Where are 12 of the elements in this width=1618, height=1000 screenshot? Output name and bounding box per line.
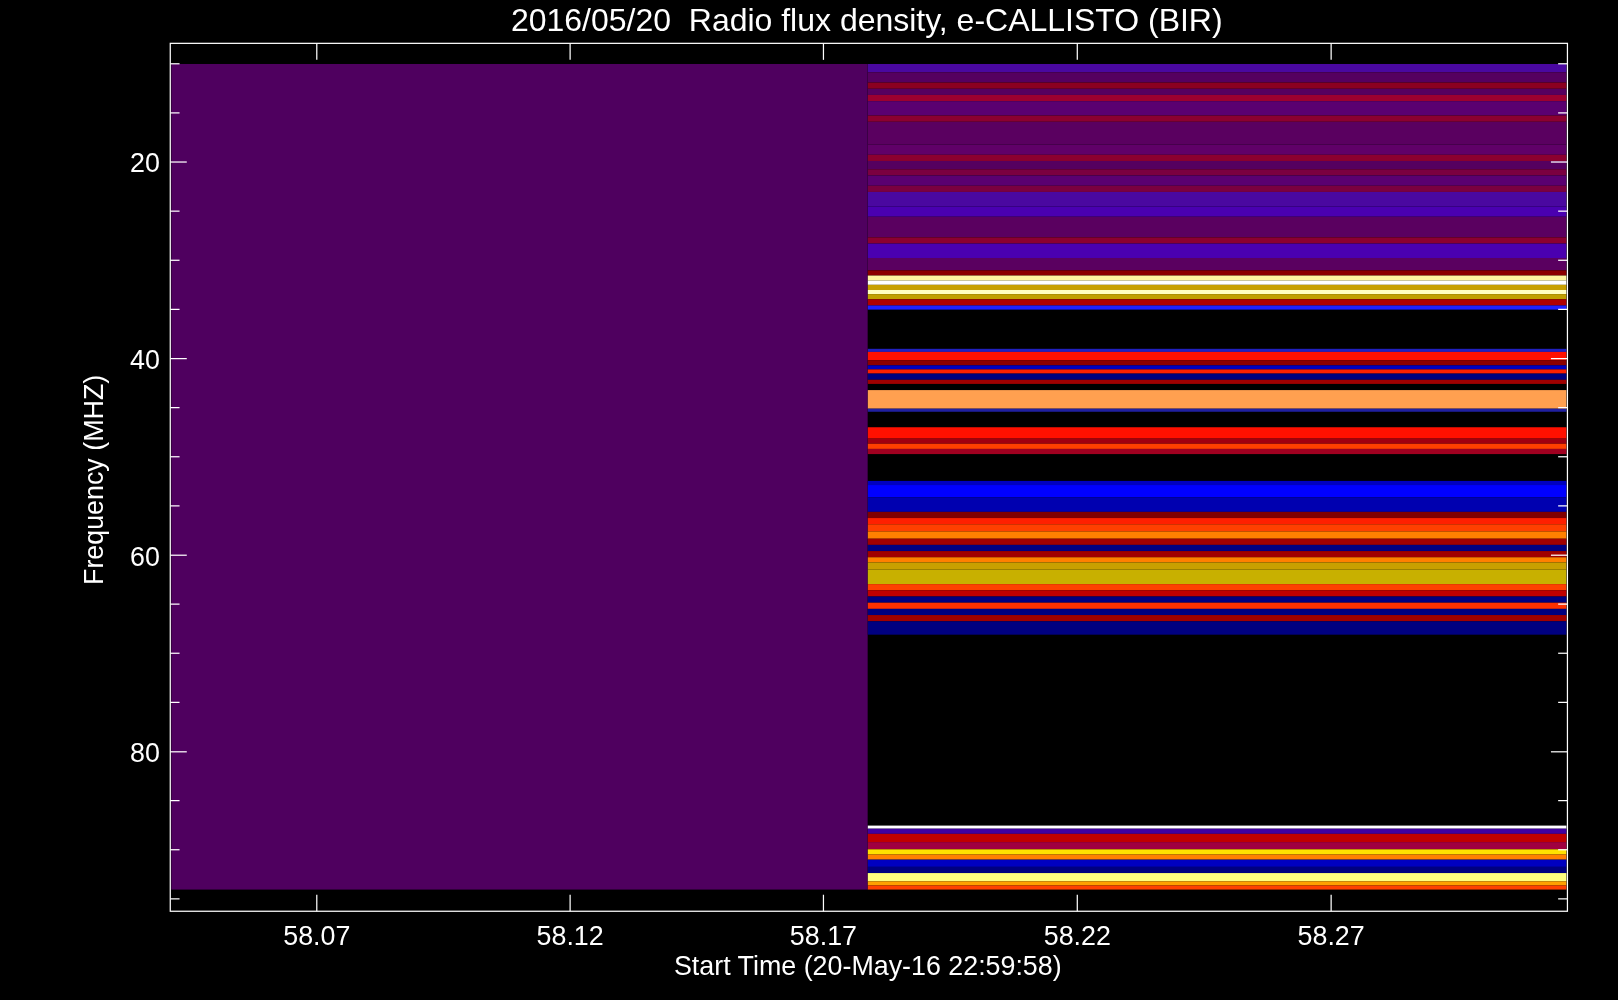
- y-tick-label: 40: [130, 344, 160, 375]
- chart-title: 2016/05/20 Radio flux density, e-CALLISTO (BIR): [510, 1, 1223, 38]
- x-tick-label: 58.12: [536, 921, 604, 952]
- x-tick-label: 58.07: [283, 921, 351, 952]
- y-tick-label: 80: [130, 738, 160, 769]
- x-tick-label: 58.17: [789, 921, 857, 952]
- x-tick-label: 58.27: [1297, 921, 1365, 952]
- x-axis-label: Start Time (20-May-16 22:59:58): [674, 951, 1062, 982]
- y-axis-label: Frequency (MHZ): [79, 374, 110, 585]
- x-tick-label: 58.22: [1043, 921, 1111, 952]
- y-tick-label: 20: [130, 148, 160, 179]
- y-tick-label: 60: [130, 541, 160, 572]
